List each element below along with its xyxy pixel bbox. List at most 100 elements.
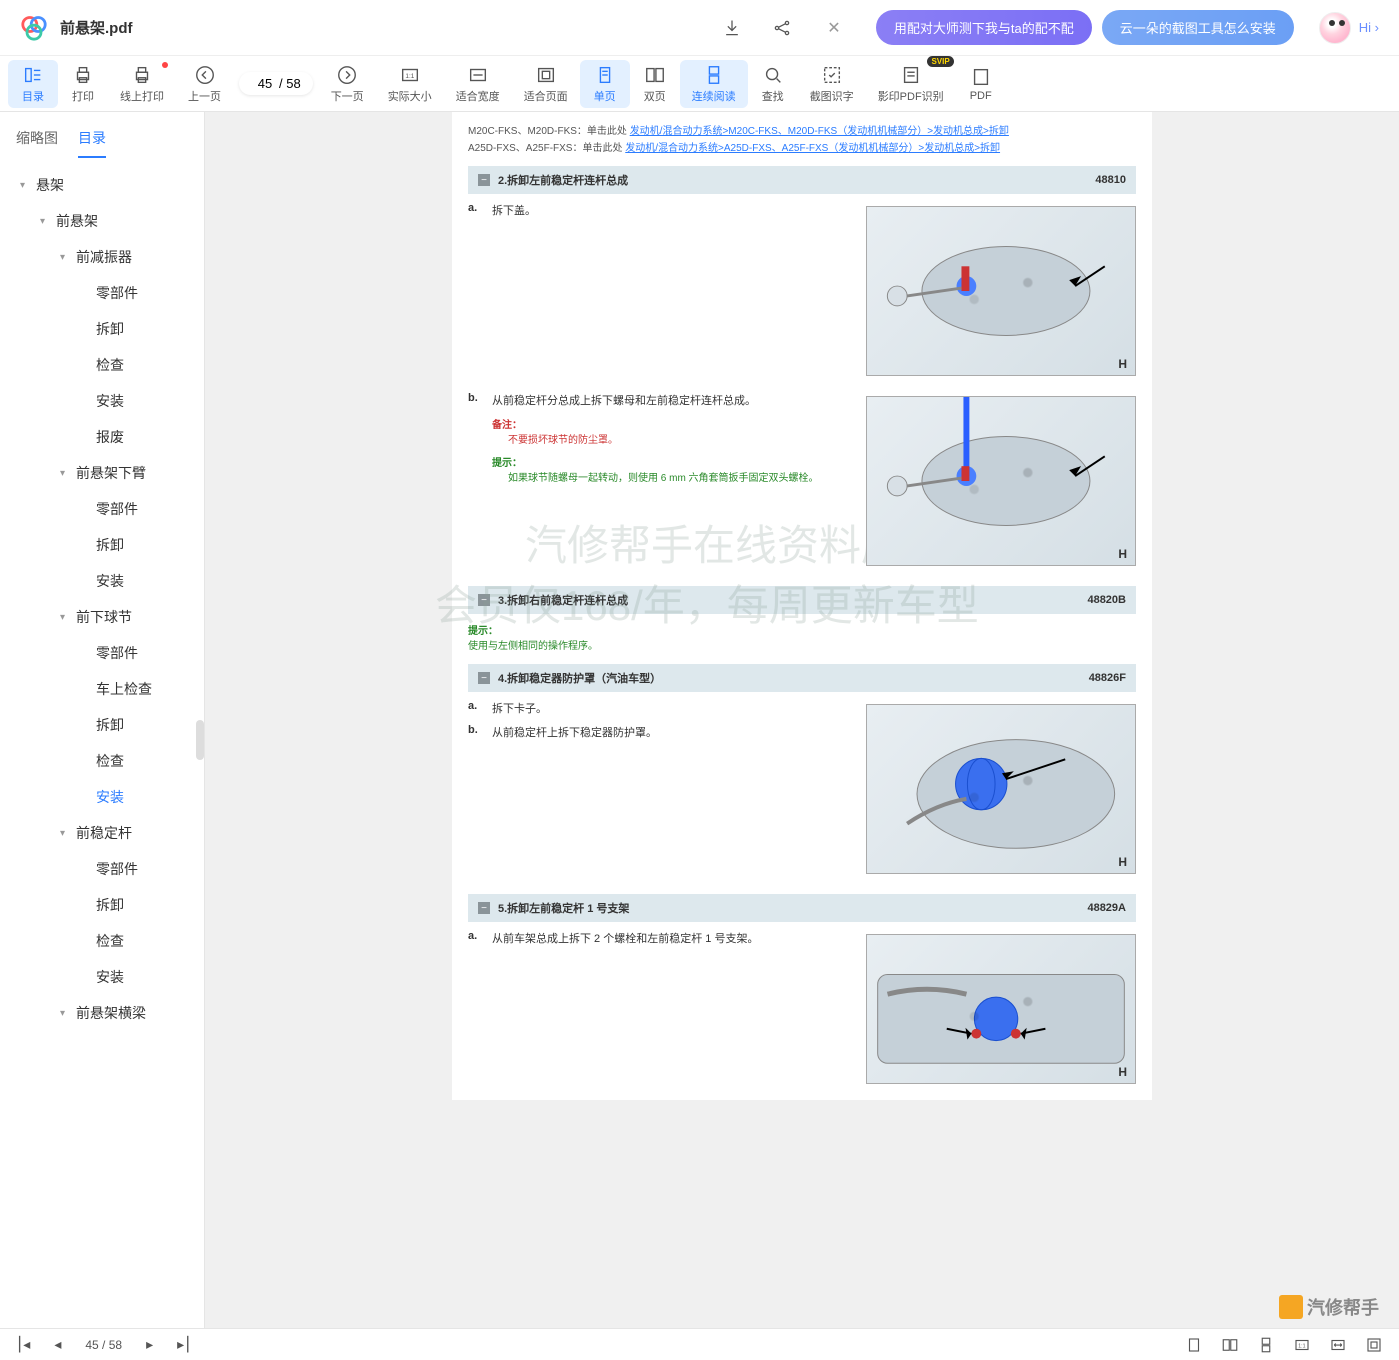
collapse-icon[interactable]: − <box>478 902 490 914</box>
tree-item-前悬架横梁[interactable]: ▾前悬架横梁 <box>0 995 204 1031</box>
连续阅读-icon <box>703 64 725 86</box>
toolbar-截图识字[interactable]: 截图识字 <box>798 60 866 108</box>
sidebar: 缩略图目录 ▾悬架▾前悬架▾前减振器零部件拆卸检查安装报废▾前悬架下臂零部件拆卸… <box>0 112 205 1328</box>
sidebar-tab-缩略图[interactable]: 缩略图 <box>16 120 58 158</box>
outline-tree: ▾悬架▾前悬架▾前减振器零部件拆卸检查安装报废▾前悬架下臂零部件拆卸安装▾前下球… <box>0 159 204 1328</box>
toolbar-单页[interactable]: 单页 <box>580 60 630 108</box>
chevron-down-icon[interactable]: ▾ <box>60 252 76 263</box>
影印PDF识别-icon <box>900 64 922 86</box>
tree-item-检查[interactable]: 检查 <box>0 923 204 959</box>
reference-link[interactable]: 发动机/混合动力系统>M20C-FKS、M20D-FKS（发动机机械部分）>发动… <box>630 126 1009 137</box>
section-header: −2.拆卸左前稳定杆连杆总成 48810 <box>468 166 1136 194</box>
footer-brand: 汽修帮手 <box>1279 1294 1379 1320</box>
toolbar-双页[interactable]: 双页 <box>630 60 680 108</box>
single-page-icon[interactable] <box>1185 1336 1203 1354</box>
last-page-button[interactable]: ▸⎮ <box>177 1336 191 1353</box>
two-page-icon[interactable] <box>1221 1336 1239 1354</box>
tree-item-拆卸[interactable]: 拆卸 <box>0 527 204 563</box>
tree-item-前下球节[interactable]: ▾前下球节 <box>0 599 204 635</box>
toolbar-连续阅读[interactable]: 连续阅读 <box>680 60 748 108</box>
tree-item-拆卸[interactable]: 拆卸 <box>0 887 204 923</box>
titlebar: 前悬架.pdf ✕ 用配对大师测下我与ta的配不配 云一朵的截图工具怎么安装 H… <box>0 0 1399 56</box>
tree-item-前悬架[interactable]: ▾前悬架 <box>0 203 204 239</box>
first-page-button[interactable]: ⎮◂ <box>16 1336 30 1353</box>
toolbar: 目录打印线上打印上一页 / 58 下一页1:1实际大小适合宽度适合页面单页双页连续… <box>0 56 1399 112</box>
查找-icon <box>762 64 784 86</box>
page-content: M20C-FKS、M20D-FKS：单击此处 发动机/混合动力系统>M20C-F… <box>452 112 1152 1100</box>
tree-item-安装[interactable]: 安装 <box>0 563 204 599</box>
section-header: −4.拆卸稳定器防护罩（汽油车型） 48826F <box>468 664 1136 692</box>
tree-item-拆卸[interactable]: 拆卸 <box>0 707 204 743</box>
svg-text:1:1: 1:1 <box>405 72 414 79</box>
tree-item-零部件[interactable]: 零部件 <box>0 275 204 311</box>
diagram-figure: H <box>866 206 1136 376</box>
tree-item-零部件[interactable]: 零部件 <box>0 635 204 671</box>
fit-11-icon[interactable]: 1:1 <box>1293 1336 1311 1354</box>
tree-item-检查[interactable]: 检查 <box>0 347 204 383</box>
sidebar-resize-handle[interactable] <box>196 720 204 760</box>
toolbar-PDF[interactable]: PDF <box>956 62 1006 106</box>
toolbar-适合宽度[interactable]: 适合宽度 <box>444 60 512 108</box>
document-title: 前悬架.pdf <box>60 17 722 38</box>
sidebar-tab-目录[interactable]: 目录 <box>78 120 106 158</box>
toolbar-上一页[interactable]: 上一页 <box>176 60 233 108</box>
tree-item-零部件[interactable]: 零部件 <box>0 491 204 527</box>
tree-item-检查[interactable]: 检查 <box>0 743 204 779</box>
download-icon[interactable] <box>722 18 742 38</box>
collapse-icon[interactable]: − <box>478 672 490 684</box>
section-header: −5.拆卸左前稳定杆 1 号支架 48829A <box>468 894 1136 922</box>
tree-item-安装[interactable]: 安装 <box>0 383 204 419</box>
reference-link[interactable]: 发动机/混合动力系统>A25D-FXS、A25F-FXS（发动机机械部分）>发动… <box>625 143 1000 154</box>
document-viewport[interactable]: 汽修帮手在线资料库 会员仅168/年，每周更新车型 M20C-FKS、M20D-… <box>205 112 1399 1328</box>
close-button[interactable]: ✕ <box>822 16 846 40</box>
app-logo-icon <box>20 14 48 42</box>
tree-item-拆卸[interactable]: 拆卸 <box>0 311 204 347</box>
toolbar-线上打印[interactable]: 线上打印 <box>108 60 176 108</box>
tree-item-报废[interactable]: 报废 <box>0 419 204 455</box>
toolbar-影印PDF识别[interactable]: 影印PDF识别SVIP <box>866 60 956 108</box>
打印-icon <box>72 64 94 86</box>
线上打印-icon <box>131 64 153 86</box>
tree-item-前悬架下臂[interactable]: ▾前悬架下臂 <box>0 455 204 491</box>
toolbar-打印[interactable]: 打印 <box>58 60 108 108</box>
page-indicator: 45 / 58 <box>85 1338 122 1352</box>
continuous-icon[interactable] <box>1257 1336 1275 1354</box>
page-number-input[interactable]: / 58 <box>239 72 313 95</box>
collapse-icon[interactable]: − <box>478 174 490 186</box>
上一页-icon <box>194 64 216 86</box>
prev-page-button[interactable]: ◂ <box>54 1336 61 1353</box>
chevron-down-icon[interactable]: ▾ <box>60 468 76 479</box>
collapse-icon[interactable]: − <box>478 594 490 606</box>
chevron-down-icon[interactable]: ▾ <box>40 216 56 227</box>
tree-item-前减振器[interactable]: ▾前减振器 <box>0 239 204 275</box>
PDF-icon <box>970 66 992 88</box>
diagram-figure: H <box>866 934 1136 1084</box>
promo-1[interactable]: 用配对大师测下我与ta的配不配 <box>876 10 1092 45</box>
toolbar-适合页面[interactable]: 适合页面 <box>512 60 580 108</box>
双页-icon <box>644 64 666 86</box>
toolbar-实际大小[interactable]: 1:1实际大小 <box>376 60 444 108</box>
avatar-icon[interactable] <box>1319 12 1351 44</box>
toolbar-下一页[interactable]: 下一页 <box>319 60 376 108</box>
tree-item-零部件[interactable]: 零部件 <box>0 851 204 887</box>
fit-width-icon[interactable] <box>1329 1336 1347 1354</box>
chevron-down-icon[interactable]: ▾ <box>60 612 76 623</box>
bottom-bar: ⎮◂ ◂ 45 / 58 ▸ ▸⎮ 1:1 <box>0 1328 1399 1360</box>
tree-item-安装[interactable]: 安装 <box>0 779 204 815</box>
promo-2[interactable]: 云一朵的截图工具怎么安装 <box>1102 10 1294 45</box>
chevron-down-icon[interactable]: ▾ <box>60 828 76 839</box>
hi-label[interactable]: Hi › <box>1359 20 1379 35</box>
tree-item-车上检查[interactable]: 车上检查 <box>0 671 204 707</box>
tree-item-悬架[interactable]: ▾悬架 <box>0 167 204 203</box>
fit-page-icon[interactable] <box>1365 1336 1383 1354</box>
next-page-button[interactable]: ▸ <box>146 1336 153 1353</box>
page-current-field[interactable] <box>251 76 279 91</box>
share-icon[interactable] <box>772 18 792 38</box>
chevron-down-icon[interactable]: ▾ <box>20 180 36 191</box>
tree-item-前稳定杆[interactable]: ▾前稳定杆 <box>0 815 204 851</box>
tree-item-安装[interactable]: 安装 <box>0 959 204 995</box>
单页-icon <box>594 64 616 86</box>
toolbar-目录[interactable]: 目录 <box>8 60 58 108</box>
toolbar-查找[interactable]: 查找 <box>748 60 798 108</box>
chevron-down-icon[interactable]: ▾ <box>60 1008 76 1019</box>
